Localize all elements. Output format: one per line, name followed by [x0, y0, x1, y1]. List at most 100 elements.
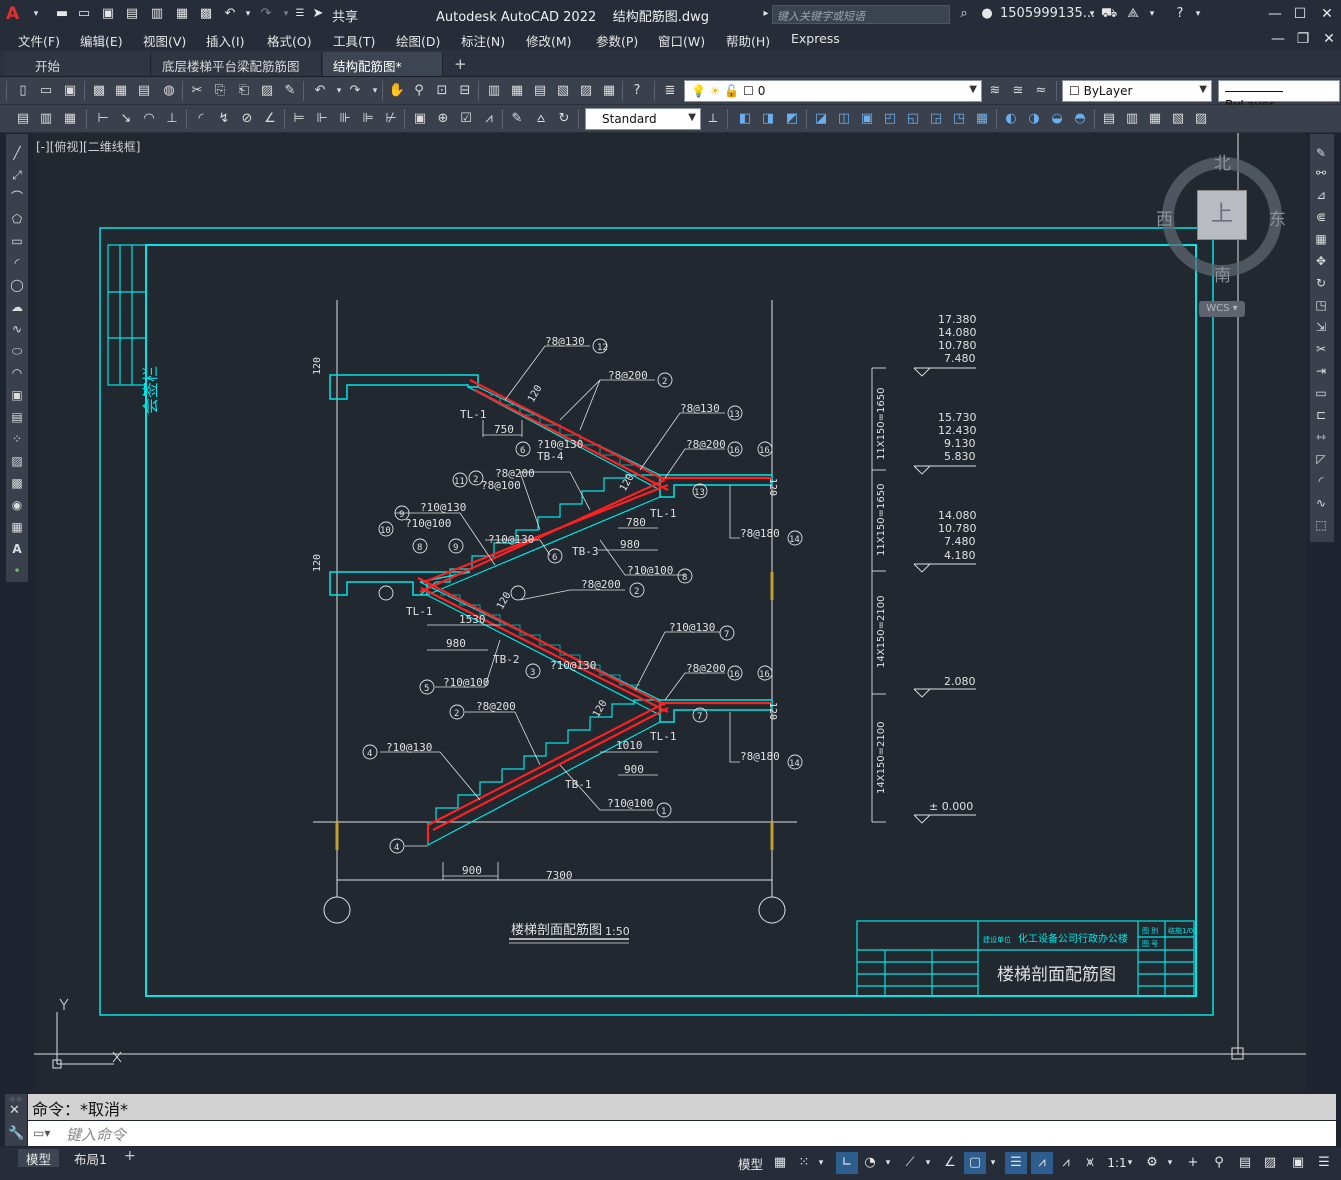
tab-drawing-active[interactable]: 结构配筋图* ✕	[323, 52, 443, 90]
extend-icon[interactable]: ⇥	[1312, 362, 1330, 380]
search-input[interactable]: 键入关键字或短语	[772, 5, 950, 24]
sheet-set-icon[interactable]: ▧	[554, 82, 572, 100]
menu-tools[interactable]: 工具(T)	[333, 31, 375, 50]
wcs-menu[interactable]: WCS ▾	[1199, 301, 1245, 317]
isodraft-dropdown-icon[interactable]: ▾	[922, 1152, 934, 1174]
baseline-dim-icon[interactable]: ⊩	[313, 110, 331, 128]
quick-properties-icon[interactable]: ▤	[1235, 1152, 1255, 1174]
block-editor-icon[interactable]: ✎	[281, 82, 299, 100]
taper-faces-icon[interactable]: ◲	[927, 110, 945, 128]
layer-previous-icon[interactable]: ≊	[1009, 82, 1027, 100]
center-mark-icon[interactable]: ⊕	[434, 110, 452, 128]
user-dropdown-icon[interactable]: ▾	[1084, 6, 1100, 22]
quick-dim-icon[interactable]: ⊨	[290, 110, 308, 128]
slice-icon[interactable]: ▦	[1146, 110, 1164, 128]
layer-properties-icon[interactable]: ≣	[661, 82, 679, 100]
ordinate-dim-icon[interactable]: ⊥	[163, 110, 181, 128]
new-file-icon[interactable]: ▬	[54, 6, 70, 22]
mirror-icon[interactable]: ⊿	[1312, 186, 1330, 204]
array-icon[interactable]: ▦	[1312, 230, 1330, 248]
a360-dropdown-icon[interactable]: ▾	[1144, 6, 1160, 22]
viewcube-face[interactable]: 上	[1197, 190, 1247, 240]
user-icon[interactable]: ●	[979, 6, 995, 22]
solid-subtract-icon[interactable]: ◨	[759, 110, 777, 128]
make-layer-current-icon[interactable]: ≋	[986, 82, 1004, 100]
extrude-faces-icon[interactable]: ◪	[812, 110, 830, 128]
polyline-icon[interactable]: ⌒	[8, 188, 26, 206]
menu-draw[interactable]: 绘图(D)	[396, 31, 440, 50]
paste-icon[interactable]: ⎗	[235, 82, 253, 100]
jogged-linear-icon[interactable]: ⩘	[480, 110, 498, 128]
doc-close-icon[interactable]: ✕	[1318, 29, 1340, 49]
dim-update-icon[interactable]: ↻	[555, 110, 573, 128]
menu-parametric[interactable]: 参数(P)	[596, 31, 638, 50]
command-close-icon[interactable]: ✕	[9, 1103, 20, 1118]
inspection-icon[interactable]: ☑	[457, 110, 475, 128]
grid-icon[interactable]: ▦	[770, 1152, 790, 1174]
fillet-icon[interactable]: ◜	[1312, 472, 1330, 490]
auto-scale-icon[interactable]: ⩘	[1056, 1152, 1076, 1174]
undo-icon[interactable]: ↶	[222, 6, 238, 22]
minimize-icon[interactable]: —	[1264, 4, 1286, 24]
menu-insert[interactable]: 插入(I)	[206, 31, 244, 50]
maximize-icon[interactable]: ☐	[1289, 4, 1311, 24]
tab-drawing-1[interactable]: 底层楼梯平台梁配筋筋图 ✕	[152, 52, 322, 90]
plot-preview-icon[interactable]: ▦	[112, 82, 130, 100]
share-icon[interactable]: ➤	[310, 6, 326, 22]
save-icon[interactable]: ▣	[100, 6, 116, 22]
menu-express[interactable]: Express	[791, 31, 840, 46]
rotate-icon[interactable]: ↻	[1312, 274, 1330, 292]
drawing-canvas[interactable]: 会签栏 ?8@130 12 ?8@200 2 ?8@130 13 ?8@200 …	[34, 133, 1306, 1089]
break-at-point-icon[interactable]: ▭	[1312, 384, 1330, 402]
break-icon[interactable]: ⊏	[1312, 406, 1330, 424]
check-icon[interactable]: ▤	[1100, 110, 1118, 128]
search-icon[interactable]: ⌕	[956, 6, 972, 22]
viewport-controls[interactable]: [-][俯视][二维线框]	[36, 138, 140, 155]
menu-edit[interactable]: 编辑(E)	[80, 31, 123, 50]
trim-icon[interactable]: ✂	[1312, 340, 1330, 358]
help-dropdown-icon[interactable]: ▾	[1190, 6, 1206, 22]
object-snap-tracking-icon[interactable]: ∠	[940, 1152, 960, 1174]
share-button[interactable]: 共享	[332, 6, 358, 25]
units-icon[interactable]: ⚲	[1209, 1152, 1229, 1174]
clean-icon[interactable]: ◑	[1025, 110, 1043, 128]
point-icon[interactable]: ⁘	[8, 430, 26, 448]
add-selected-icon[interactable]: •	[8, 562, 26, 580]
add-layout-icon[interactable]: +	[124, 1148, 136, 1164]
circle-icon[interactable]: ◯	[8, 276, 26, 294]
save-as-icon[interactable]: ▤	[124, 6, 140, 22]
redo-icon[interactable]: ↷	[346, 82, 364, 100]
command-recent-icon[interactable]: ▭▾	[33, 1126, 50, 1140]
plot-icon[interactable]: ▩	[198, 6, 214, 22]
color-dropdown[interactable]: ☐ ByLayer ▼	[1062, 80, 1212, 102]
ellipse-icon[interactable]: ⬭	[8, 342, 26, 360]
3d-dwf-icon[interactable]: ◍	[160, 82, 178, 100]
help-icon[interactable]: ?	[1172, 6, 1188, 22]
layout-tab-model[interactable]: 模型	[18, 1149, 60, 1167]
multiline-text-icon[interactable]: A	[8, 540, 26, 558]
redo-icon[interactable]: ↷	[258, 6, 274, 22]
separate-icon[interactable]: ◒	[1048, 110, 1066, 128]
move-faces-icon[interactable]: ◫	[835, 110, 853, 128]
model-space-button[interactable]: 模型	[738, 1154, 763, 1173]
zoom-realtime-icon[interactable]: ⚲	[410, 82, 428, 100]
customize-quick-access-icon[interactable]: ☰	[292, 6, 308, 22]
layer-dropdown[interactable]: 💡 ☀ 🔓 ☐ 0 ▼	[684, 80, 982, 102]
send-back-icon[interactable]: ▦	[61, 110, 79, 128]
move-icon[interactable]: ✥	[1312, 252, 1330, 270]
line-icon[interactable]: ╱	[8, 144, 26, 162]
linetype-dropdown[interactable]: ByLayer	[1218, 80, 1340, 112]
menu-format[interactable]: 格式(O)	[267, 31, 312, 50]
snap-dropdown-icon[interactable]: ▾	[815, 1152, 827, 1174]
delete-faces-icon[interactable]: ◰	[881, 110, 899, 128]
ortho-icon[interactable]: ∟	[836, 1152, 858, 1174]
spline-icon[interactable]: ∿	[8, 320, 26, 338]
imprint-icon[interactable]: ◐	[1002, 110, 1020, 128]
polar-icon[interactable]: ◔	[860, 1152, 880, 1174]
jogged-dim-icon[interactable]: ↯	[215, 110, 233, 128]
command-input[interactable]: 键入命令	[28, 1121, 1336, 1146]
dim-space-icon[interactable]: ⊫	[359, 110, 377, 128]
copy-object-icon[interactable]: ⚯	[1312, 164, 1330, 182]
bring-front-icon[interactable]: ▥	[37, 110, 55, 128]
erase-icon[interactable]: ✎	[1312, 144, 1330, 162]
